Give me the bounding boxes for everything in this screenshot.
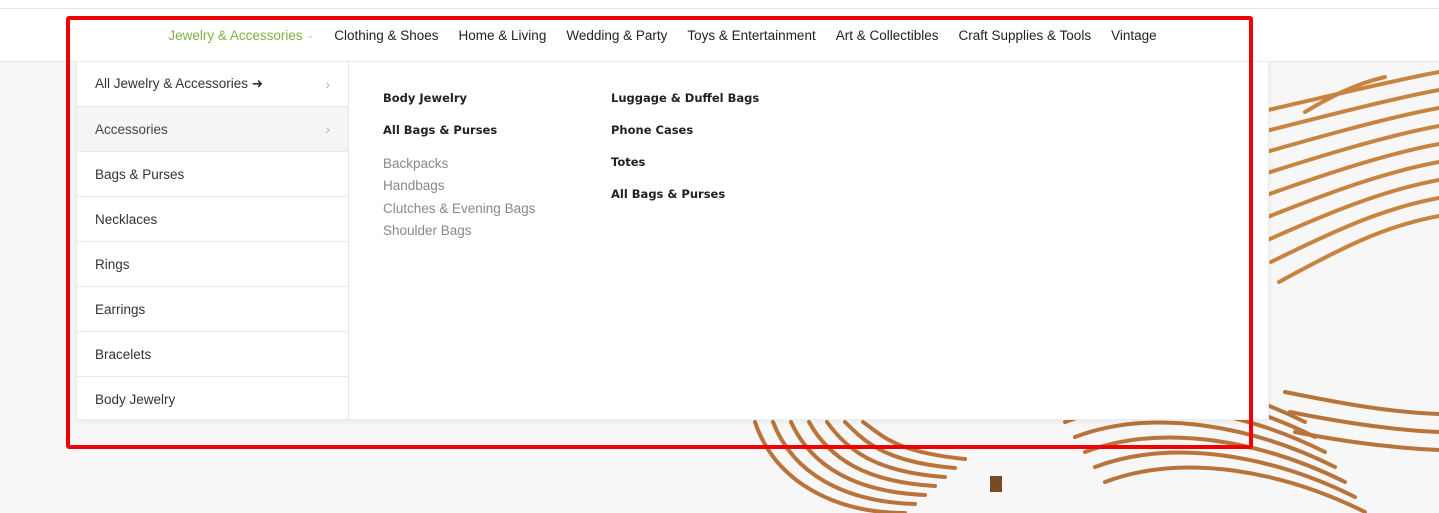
nav-label: Jewelry & Accessories xyxy=(168,27,303,43)
subcategory-heading-body-jewelry[interactable]: Body Jewelry xyxy=(383,82,535,114)
nav-home-living[interactable]: Home & Living xyxy=(459,28,547,43)
subcategory-heading-totes[interactable]: Totes xyxy=(611,146,759,178)
subcategory-column-1: Body Jewelry All Bags & Purses Backpacks… xyxy=(383,82,535,242)
subcategory-link-handbags[interactable]: Handbags xyxy=(383,175,535,198)
category-necklaces[interactable]: Necklaces xyxy=(77,197,348,242)
subcategory-heading-phone-cases[interactable]: Phone Cases xyxy=(611,114,759,146)
nav-clothing-shoes[interactable]: Clothing & Shoes xyxy=(334,28,438,43)
category-label: Bags & Purses xyxy=(95,166,185,182)
nav-jewelry-accessories[interactable]: Jewelry & Accessories ⌄ xyxy=(168,28,314,43)
subcategory-heading-luggage-duffel-bags[interactable]: Luggage & Duffel Bags xyxy=(611,82,759,114)
subcategory-link-shoulder-bags[interactable]: Shoulder Bags xyxy=(383,220,535,243)
subcategory-link-clutches-evening-bags[interactable]: Clutches & Evening Bags xyxy=(383,197,535,220)
category-body-jewelry[interactable]: Body Jewelry xyxy=(77,377,348,422)
nav-art-collectibles[interactable]: Art & Collectibles xyxy=(836,28,939,43)
category-label: Body Jewelry xyxy=(95,392,176,407)
category-earrings[interactable]: Earrings xyxy=(77,287,348,332)
category-all-jewelry-accessories[interactable]: All Jewelry & Accessories ➜ › xyxy=(77,62,348,107)
mega-menu-dropdown: All Jewelry & Accessories ➜ › Accessorie… xyxy=(76,61,1269,421)
chevron-right-icon: › xyxy=(325,76,330,92)
top-bar xyxy=(0,0,1439,9)
category-label: Bracelets xyxy=(95,346,152,362)
nav-toys-entertainment[interactable]: Toys & Entertainment xyxy=(687,28,815,43)
category-rings[interactable]: Rings xyxy=(77,242,348,287)
chevron-down-icon: ⌄ xyxy=(306,29,315,40)
category-label: Earrings xyxy=(95,301,146,317)
subcategory-link-backpacks[interactable]: Backpacks xyxy=(383,152,535,175)
nav-vintage[interactable]: Vintage xyxy=(1111,28,1157,43)
chevron-right-icon: › xyxy=(325,121,330,137)
category-nav: Jewelry & Accessories ⌄ Clothing & Shoes… xyxy=(0,9,1325,61)
nav-craft-supplies-tools[interactable]: Craft Supplies & Tools xyxy=(959,28,1092,43)
subcategory-heading-all-bags-purses-2[interactable]: All Bags & Purses xyxy=(611,178,759,210)
category-label: Accessories xyxy=(95,121,168,137)
category-label: Rings xyxy=(95,256,130,272)
category-bracelets[interactable]: Bracelets xyxy=(77,332,348,377)
subcategory-column-2: Luggage & Duffel Bags Phone Cases Totes … xyxy=(611,82,759,210)
category-label: All Jewelry & Accessories ➜ xyxy=(95,76,264,91)
subcategory-heading-all-bags-purses[interactable]: All Bags & Purses xyxy=(383,114,535,146)
category-bags-purses[interactable]: Bags & Purses xyxy=(77,152,348,197)
nav-wedding-party[interactable]: Wedding & Party xyxy=(566,28,667,43)
category-label: Necklaces xyxy=(95,211,158,227)
category-accessories[interactable]: Accessories › xyxy=(77,107,348,152)
main-navigation: Jewelry & Accessories ⌄ Clothing & Shoes… xyxy=(0,9,1439,62)
mega-menu-category-list: All Jewelry & Accessories ➜ › Accessorie… xyxy=(77,62,349,421)
